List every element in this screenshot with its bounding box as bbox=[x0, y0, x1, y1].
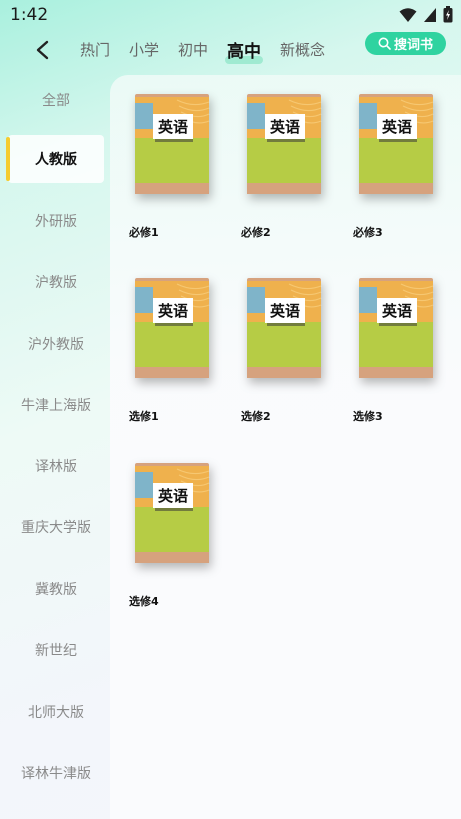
book-title: 选修2 bbox=[241, 410, 271, 423]
sidebar-item-jijiao[interactable]: 冀教版 bbox=[8, 565, 104, 613]
search-book-label: 搜词书 bbox=[393, 38, 433, 53]
sidebar-item-beishida[interactable]: 北师大版 bbox=[8, 688, 104, 736]
edition-sidebar: 全部 人教版 外研版 沪教版 沪外教版 牛津上海版 译林版 重庆大学版 冀教版 … bbox=[0, 69, 110, 819]
book-title: 必修1 bbox=[129, 226, 159, 239]
top-nav: 热门 小学 初中 高中 新概念 搜词书 bbox=[0, 32, 461, 66]
sidebar-item-huwaijiao[interactable]: 沪外教版 bbox=[8, 320, 104, 368]
book-title: 必修2 bbox=[241, 226, 271, 239]
book-cover: 英语 bbox=[247, 94, 322, 194]
sidebar-item-label: 外研版 bbox=[35, 214, 77, 230]
cover-title: 英语 bbox=[157, 118, 188, 136]
sidebar-item-label: 沪外教版 bbox=[28, 337, 84, 353]
signal-icon bbox=[424, 7, 436, 22]
cover-title: 英语 bbox=[157, 487, 188, 505]
book-cover: 英语 bbox=[359, 94, 434, 194]
sidebar-item-hujiao[interactable]: 沪教版 bbox=[8, 258, 104, 306]
english-book-cover-icon bbox=[135, 463, 210, 563]
status-icons bbox=[399, 6, 453, 23]
wifi-icon bbox=[399, 7, 417, 22]
tab-new-concept[interactable]: 新概念 bbox=[280, 39, 325, 60]
cover-title: 英语 bbox=[381, 302, 412, 320]
sidebar-item-yilin-oxford[interactable]: 译林牛津版 bbox=[8, 749, 104, 797]
book-grid-panel: 英语 必修1 英语 必修2 英语 必修3 英语 选修1 英语 选修2 英语 选修… bbox=[110, 75, 461, 819]
tab-label: 小学 bbox=[129, 40, 160, 59]
tab-label: 新概念 bbox=[280, 40, 326, 59]
tab-label: 热门 bbox=[80, 40, 111, 59]
sidebar-item-label: 人教版 bbox=[35, 152, 77, 168]
book-cover: 英语 bbox=[135, 278, 210, 378]
sidebar-item-label: 牛津上海版 bbox=[21, 398, 91, 414]
sidebar-item-label: 北师大版 bbox=[28, 705, 84, 721]
sidebar-item-label: 沪教版 bbox=[35, 275, 77, 291]
sidebar-item-chongqing-univ[interactable]: 重庆大学版 bbox=[8, 503, 104, 551]
status-time: 1:42 bbox=[10, 5, 49, 25]
english-book-cover-icon bbox=[359, 94, 434, 194]
book-cover: 英语 bbox=[247, 278, 322, 378]
grade-tabs: 热门 小学 初中 高中 新概念 bbox=[80, 32, 344, 66]
english-book-cover-icon bbox=[247, 278, 322, 378]
battery-icon bbox=[443, 6, 453, 23]
sidebar-item-waiyan[interactable]: 外研版 bbox=[8, 197, 104, 245]
cover-title: 英语 bbox=[269, 302, 300, 320]
status-bar: 1:42 bbox=[0, 0, 461, 32]
english-book-cover-icon bbox=[135, 278, 210, 378]
book-title: 必修3 bbox=[353, 226, 383, 239]
sidebar-item-yilin[interactable]: 译林版 bbox=[8, 442, 104, 490]
book-cover: 英语 bbox=[135, 94, 210, 194]
chevron-left-icon bbox=[36, 40, 49, 60]
cover-title: 英语 bbox=[157, 302, 188, 320]
back-button[interactable] bbox=[30, 37, 56, 63]
book-cover: 英语 bbox=[135, 463, 210, 563]
tab-junior[interactable]: 初中 bbox=[178, 39, 208, 60]
book-cover: 英语 bbox=[359, 278, 434, 378]
sidebar-item-label: 新世纪 bbox=[35, 643, 77, 659]
sidebar-item-label: 重庆大学版 bbox=[21, 520, 91, 536]
tab-hot[interactable]: 热门 bbox=[80, 39, 110, 60]
english-book-cover-icon bbox=[359, 278, 434, 378]
search-book-button[interactable]: 搜词书 bbox=[365, 32, 446, 55]
tab-label: 初中 bbox=[178, 40, 209, 59]
english-book-cover-icon bbox=[135, 94, 210, 194]
tab-primary[interactable]: 小学 bbox=[129, 39, 159, 60]
sidebar-item-xinshiji[interactable]: 新世纪 bbox=[8, 626, 104, 674]
sidebar-item-label: 译林版 bbox=[35, 459, 77, 475]
sidebar-item-label: 全部 bbox=[42, 93, 70, 109]
sidebar-item-all[interactable]: 全部 bbox=[8, 76, 104, 124]
book-title: 选修1 bbox=[129, 410, 159, 423]
sidebar-item-label: 冀教版 bbox=[35, 582, 77, 598]
book-title: 选修4 bbox=[129, 595, 159, 608]
sidebar-item-label: 译林牛津版 bbox=[21, 766, 91, 782]
sidebar-item-renjiao[interactable]: 人教版 bbox=[6, 135, 104, 183]
book-title: 选修3 bbox=[353, 410, 383, 423]
tab-senior[interactable]: 高中 bbox=[225, 37, 264, 64]
tab-label: 高中 bbox=[227, 41, 262, 62]
english-book-cover-icon bbox=[247, 94, 322, 194]
sidebar-item-oxford-shanghai[interactable]: 牛津上海版 bbox=[8, 381, 104, 429]
cover-title: 英语 bbox=[381, 118, 412, 136]
search-icon bbox=[378, 37, 391, 50]
cover-title: 英语 bbox=[269, 118, 300, 136]
